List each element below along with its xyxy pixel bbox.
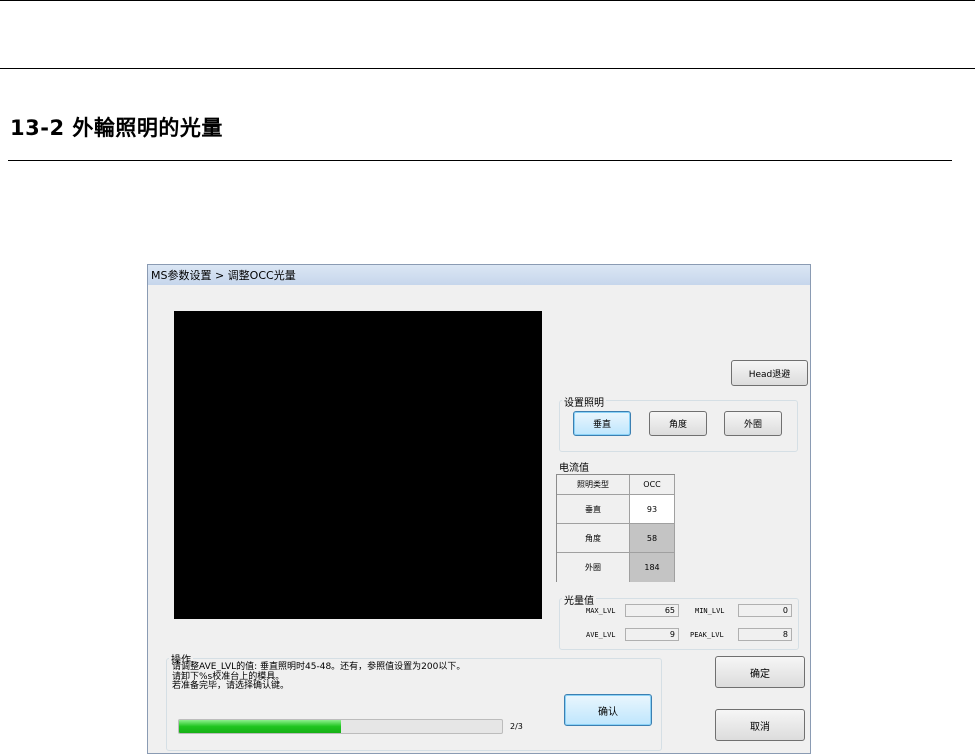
operation-instructions: 请调整AVE_LVL的值: 垂直照明时45-48。还有，参照值设置为200以下。… [172, 662, 465, 692]
min-lvl-field: 0 [738, 604, 792, 617]
heading-underline [8, 160, 952, 161]
camera-preview [174, 311, 542, 619]
table-row-label: 外圈 [557, 553, 630, 582]
table-row-label: 角度 [557, 524, 630, 553]
ave-lvl-field: 9 [625, 628, 679, 641]
lighting-group-label: 设置照明 [562, 394, 606, 409]
min-lvl-label: MIN_LVL [695, 607, 725, 615]
instruction-line: 若准备完毕，请选择确认键。 [172, 681, 290, 691]
window-title: MS参数设置 > 调整OCC光量 [151, 269, 296, 282]
light-level-label: 光量值 [562, 592, 596, 607]
angle-light-button[interactable]: 角度 [649, 411, 707, 436]
table-header-type: 照明类型 [557, 475, 630, 495]
progress-count: 2/3 [510, 722, 523, 731]
top-rule [0, 0, 975, 1]
current-label: 电流值 [559, 463, 589, 474]
cancel-button[interactable]: 取消 [715, 709, 805, 741]
max-lvl-field: 65 [625, 604, 679, 617]
vertical-light-button[interactable]: 垂直 [573, 411, 631, 436]
current-value-outer-ring: 184 [630, 553, 675, 582]
peak-lvl-label: PEAK_LVL [690, 631, 724, 639]
head-retract-button[interactable]: Head退避 [731, 360, 808, 386]
progress-fill [179, 720, 341, 733]
dialog-client: Head退避 设置照明 垂直 角度 外圈 电流值 照明类型 OCC 垂直 93 … [148, 285, 810, 753]
header-rule [0, 68, 975, 69]
peak-lvl-field: 8 [738, 628, 792, 641]
occ-light-dialog: MS参数设置 > 调整OCC光量 Head退避 设置照明 垂直 角度 外圈 电流… [147, 264, 811, 754]
current-table: 照明类型 OCC 垂直 93 角度 58 外圈 184 [556, 474, 675, 582]
outer-ring-light-button[interactable]: 外圈 [724, 411, 782, 436]
title-bar[interactable]: MS参数设置 > 调整OCC光量 [148, 265, 810, 286]
current-value-angle: 58 [630, 524, 675, 553]
section-heading: 13-2 外輪照明的光量 [10, 116, 223, 140]
table-header-occ: OCC [630, 475, 675, 495]
ok-button[interactable]: 确定 [715, 656, 805, 688]
ave-lvl-label: AVE_LVL [586, 631, 616, 639]
current-value-vertical[interactable]: 93 [630, 495, 675, 524]
progress-bar [178, 719, 503, 734]
confirm-button[interactable]: 确认 [564, 694, 652, 726]
max-lvl-label: MAX_LVL [586, 607, 616, 615]
table-row-label: 垂直 [557, 495, 630, 524]
